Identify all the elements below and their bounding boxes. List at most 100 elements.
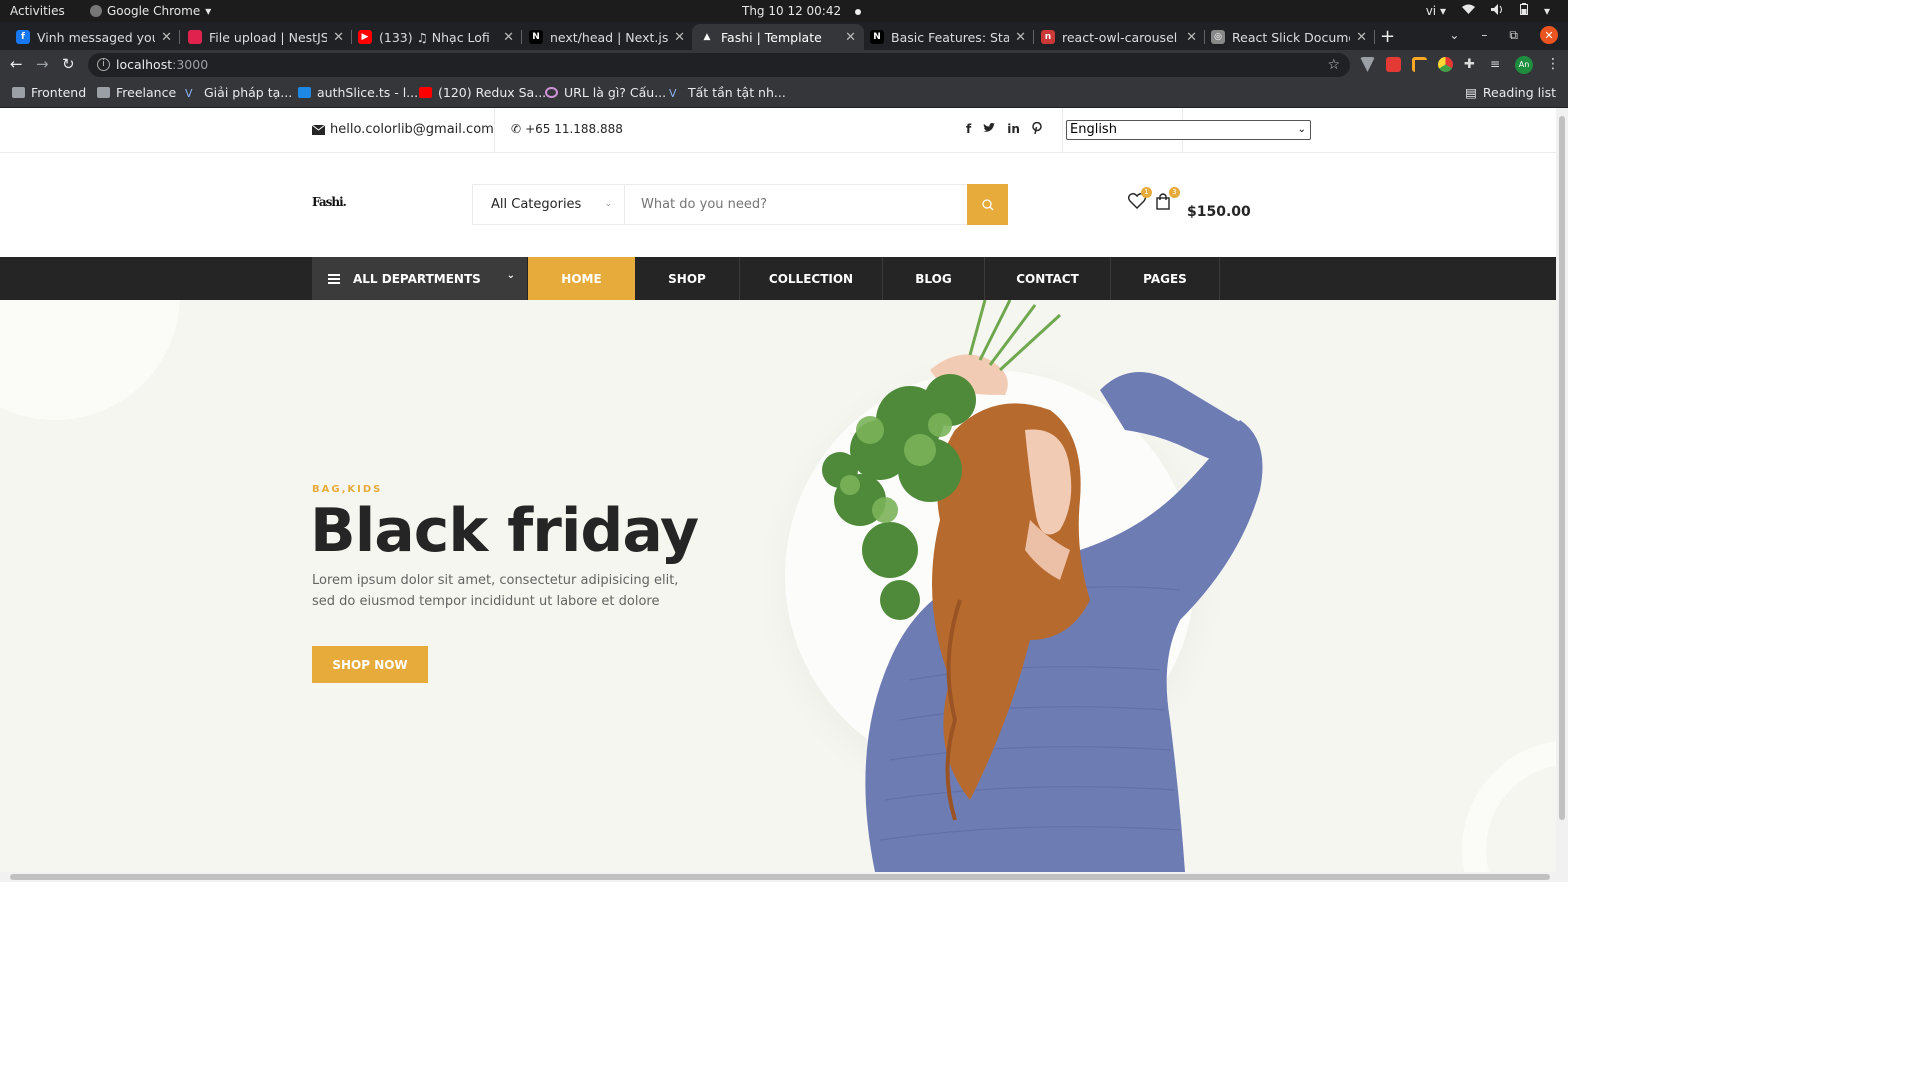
bookmark-item[interactable]: V Tất tần tật nh... — [669, 85, 786, 100]
volume-icon — [1490, 3, 1504, 18]
clock[interactable]: Thg 10 12 00:42 — [742, 4, 862, 18]
bookmark-item[interactable]: Freelance — [97, 85, 176, 100]
vertical-scrollbar[interactable] — [1556, 108, 1568, 872]
close-tab-icon[interactable]: ✕ — [161, 30, 172, 45]
decorative-circle — [0, 300, 180, 420]
browser-tab[interactable]: ◎ React Slick Documen ✕ — [1203, 24, 1375, 50]
pinterest-icon[interactable] — [1032, 121, 1042, 137]
twitter-icon[interactable] — [983, 122, 996, 137]
horizontal-scrollbar[interactable] — [0, 872, 1568, 882]
close-tab-icon[interactable]: ✕ — [333, 30, 344, 45]
search-bar: All Categories ⌄ — [472, 184, 1008, 225]
bookmark-label: Giải pháp tạ... — [204, 85, 293, 100]
site-logo[interactable]: Fashi. — [312, 195, 347, 209]
language-select[interactable]: English ⌄ — [1066, 120, 1311, 140]
bookmark-favicon-icon — [298, 87, 311, 98]
bookmarks-bar: Frontend Freelance V Giải pháp tạ... authSli… — [0, 80, 1568, 108]
keyboard-layout[interactable]: vi ▾ — [1426, 4, 1446, 18]
bookmark-item[interactable]: V Giải pháp tạ... — [185, 85, 292, 100]
contact-phone[interactable]: ✆ +65 11.188.888 — [511, 122, 623, 136]
cart-button[interactable]: 3 — [1156, 187, 1180, 211]
browser-tab[interactable]: f Vinh messaged you ✕ — [8, 24, 180, 50]
chrome-icon — [90, 5, 102, 17]
back-button[interactable]: ← — [10, 55, 23, 73]
bookmark-item[interactable]: authSlice.ts - l... — [298, 85, 418, 100]
tab-title: File upload | NestJS - — [209, 29, 328, 45]
inner-header: Fashi. All Categories ⌄ 1 3 $150.00 — [0, 153, 1556, 257]
search-button[interactable] — [967, 184, 1008, 225]
cart-total[interactable]: $150.00 — [1187, 204, 1251, 220]
os-top-bar: Activities Google Chrome ▾ Thg 10 12 00:… — [0, 0, 1568, 22]
browser-tab[interactable]: File upload | NestJS - ✕ — [180, 24, 352, 50]
wishlist-count-badge: 1 — [1141, 187, 1152, 198]
nav-item-pages[interactable]: PAGES — [1111, 257, 1220, 300]
new-tab-button[interactable]: + — [1380, 26, 1395, 47]
restore-button[interactable]: ⧉ — [1509, 28, 1518, 43]
activities-button[interactable]: Activities — [10, 4, 65, 18]
hero-tag[interactable]: BAG,KIDS — [312, 484, 382, 495]
browser-tab[interactable]: Nnext/head | Next.js ✕ — [521, 24, 693, 50]
close-window-button[interactable]: ✕ — [1540, 26, 1558, 44]
browser-tab[interactable]: ▲ Fashi | Template ✕ — [692, 24, 864, 50]
header-icons: 1 3 — [1127, 187, 1184, 211]
all-departments-dropdown[interactable]: ALL DEPARTMENTS ⌄ — [312, 257, 527, 300]
nav-item-shop[interactable]: SHOP — [635, 257, 740, 300]
close-tab-icon[interactable]: ✕ — [1186, 30, 1197, 45]
tab-favicon-icon: N — [870, 30, 884, 44]
tab-favicon-icon: ◎ — [1211, 30, 1225, 44]
nav-item-contact[interactable]: CONTACT — [985, 257, 1111, 300]
window-controls: ⌄ – ⧉ ✕ — [1449, 26, 1558, 44]
close-tab-icon[interactable]: ✕ — [1015, 30, 1026, 45]
extension-orange-icon[interactable] — [1412, 57, 1427, 72]
browser-tab[interactable]: n react-owl-carousel - n ✕ — [1033, 24, 1205, 50]
hero-model-image — [822, 300, 1263, 872]
shop-now-button[interactable]: SHOP NOW — [312, 646, 428, 683]
close-tab-icon[interactable]: ✕ — [845, 30, 856, 45]
wishlist-button[interactable]: 1 — [1127, 187, 1152, 211]
close-tab-icon[interactable]: ✕ — [674, 30, 685, 45]
nav-item-collection[interactable]: COLLECTION — [740, 257, 883, 300]
forward-button[interactable]: → — [36, 55, 49, 73]
chrome-menu-icon[interactable]: ⋮ — [1546, 56, 1560, 72]
nav-item-blog[interactable]: BLOG — [883, 257, 985, 300]
minimize-button[interactable]: – — [1481, 28, 1487, 42]
browser-tab[interactable]: ▶ (133) ♫ Nhạc Lofi ✕ — [350, 24, 522, 50]
decorative-ring — [1462, 740, 1556, 872]
search-input[interactable] — [626, 185, 966, 224]
phone-icon: ✆ — [511, 122, 522, 136]
chevron-down-icon: ⌄ — [506, 270, 515, 281]
tab-search-icon[interactable]: ⌄ — [1449, 28, 1459, 42]
bookmark-favicon-icon: V — [185, 87, 193, 100]
tab-strip: f Vinh messaged you ✕ File upload | NestJS … — [0, 22, 1568, 50]
extension-red-icon[interactable] — [1386, 57, 1401, 72]
media-control-icon[interactable]: ≡ — [1490, 57, 1505, 72]
reload-button[interactable]: ↻ — [62, 55, 75, 73]
nav-item-home[interactable]: HOME — [528, 257, 635, 300]
scrollbar-thumb[interactable] — [10, 874, 1550, 880]
app-menu[interactable]: Google Chrome ▾ — [90, 4, 211, 18]
reading-list-button[interactable]: ▤ Reading list — [1465, 85, 1556, 100]
browser-tab[interactable]: N Basic Features: Static ✕ — [862, 24, 1034, 50]
extensions-puzzle-icon[interactable]: ✚ — [1464, 57, 1479, 72]
category-select[interactable]: All Categories ⌄ — [473, 185, 625, 224]
address-bar[interactable]: i localhost:3000 ☆ — [88, 53, 1350, 77]
bookmark-favicon-icon — [419, 87, 432, 98]
bookmark-item[interactable]: (120) Redux Sa... — [419, 85, 546, 100]
close-tab-icon[interactable]: ✕ — [503, 30, 514, 45]
colorzilla-extension-icon[interactable] — [1438, 57, 1453, 72]
bookmark-item[interactable]: URL là gì? Cấu... — [545, 85, 666, 100]
scrollbar-thumb[interactable] — [1559, 116, 1565, 820]
facebook-icon[interactable]: f — [966, 122, 971, 137]
bookmark-star-icon[interactable]: ☆ — [1327, 53, 1340, 77]
tab-favicon-icon — [188, 30, 202, 44]
close-tab-icon[interactable]: ✕ — [1356, 30, 1367, 45]
folder-icon — [12, 87, 25, 98]
linkedin-icon[interactable]: in — [1007, 122, 1020, 137]
system-tray[interactable]: vi ▾ ▾ — [1426, 3, 1550, 18]
tab-title: react-owl-carousel - n — [1062, 29, 1180, 45]
site-info-icon[interactable]: i — [97, 58, 110, 71]
contact-email[interactable]: hello.colorlib@gmail.com — [312, 122, 494, 137]
vue-devtools-extension-icon[interactable] — [1360, 57, 1375, 72]
bookmark-item[interactable]: Frontend — [12, 85, 86, 100]
profile-avatar[interactable]: An — [1515, 56, 1533, 74]
